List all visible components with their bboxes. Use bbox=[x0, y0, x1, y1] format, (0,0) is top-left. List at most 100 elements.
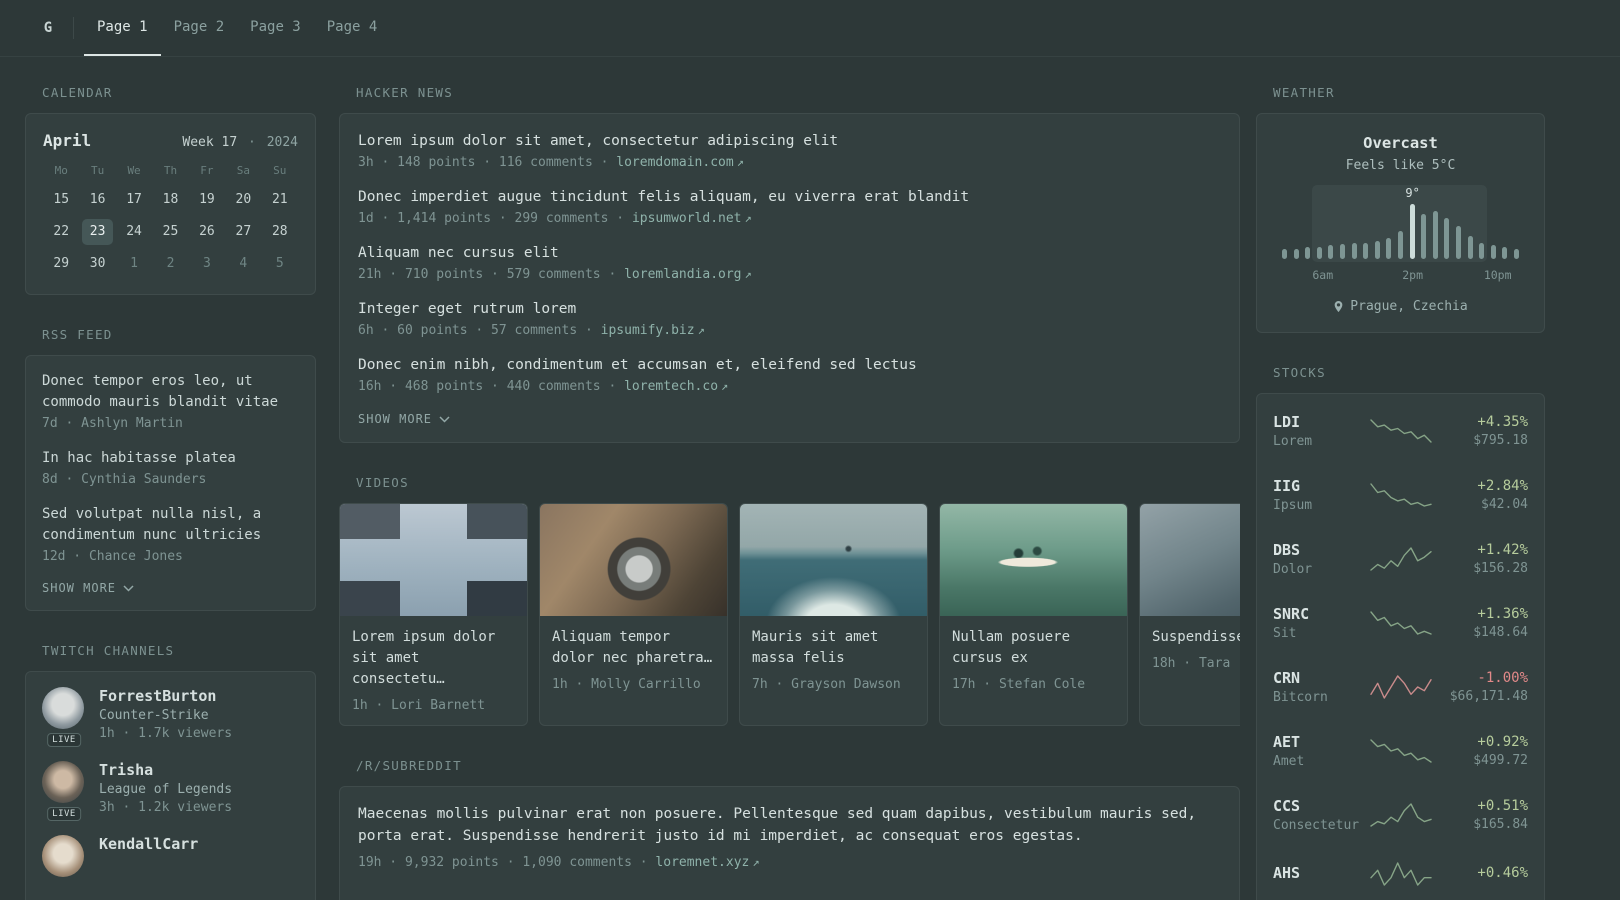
calendar-day: 19 bbox=[199, 192, 215, 207]
stock-row[interactable]: LDI Lorem +4.35% $795.18 bbox=[1273, 399, 1528, 463]
hn-item-domain-link[interactable]: loremlandia.org bbox=[624, 267, 741, 282]
tab-page-3[interactable]: Page 3 bbox=[237, 0, 314, 56]
stock-values: +2.84% $42.04 bbox=[1433, 478, 1528, 512]
weekday-label: Mo bbox=[54, 164, 68, 177]
hn-item-domain-link[interactable]: ipsumify.biz bbox=[601, 323, 695, 338]
hn-item-title[interactable]: Integer eget rutrum lorem bbox=[358, 298, 1221, 320]
app-logo[interactable]: G bbox=[35, 15, 61, 41]
weather-bar bbox=[1374, 241, 1380, 259]
stock-symbol: IIG bbox=[1273, 477, 1301, 495]
weather-bar bbox=[1351, 243, 1357, 259]
time-label: 10pm bbox=[1483, 268, 1512, 282]
calendar-year: 2024 bbox=[266, 135, 298, 150]
video-title[interactable]: Lorem ipsum dolor sit amet consectetu… bbox=[352, 627, 515, 690]
twitch-channel-info: Trisha League of Legends 3h · 1.2k viewe… bbox=[99, 761, 232, 815]
rss-item-title[interactable]: In hac habitasse platea bbox=[42, 448, 299, 469]
tab-page-2[interactable]: Page 2 bbox=[161, 0, 238, 56]
video-thumbnail[interactable] bbox=[940, 504, 1127, 616]
stock-row[interactable]: AET Amet +0.92% $499.72 bbox=[1273, 719, 1528, 783]
hackernews-widget: Lorem ipsum dolor sit amet, consectetur … bbox=[339, 113, 1240, 443]
weather-bar bbox=[1502, 247, 1508, 259]
stock-sparkline bbox=[1369, 862, 1432, 886]
hn-item-meta: 3h · 148 points · 116 comments · loremdo… bbox=[358, 155, 1221, 170]
subreddit-domain-link[interactable]: loremnet.xyz bbox=[655, 855, 749, 870]
video-thumbnail[interactable] bbox=[740, 504, 927, 616]
stock-symbol: CCS bbox=[1273, 797, 1301, 815]
stock-symbol: AHS bbox=[1273, 863, 1301, 882]
channel-name[interactable]: ForrestBurton bbox=[99, 687, 232, 705]
hn-show-more-button[interactable]: SHOW MORE bbox=[358, 412, 1221, 426]
stock-symbol: AET bbox=[1273, 733, 1301, 751]
stock-price: $499.72 bbox=[1473, 753, 1528, 768]
external-link-icon: ↗ bbox=[736, 155, 744, 169]
stock-row[interactable]: CCS Consectetur +0.51% $165.84 bbox=[1273, 783, 1528, 847]
weather-widget: Overcast Feels like 5°C 9° 6am 2pm 10pm … bbox=[1256, 113, 1545, 333]
video-card[interactable]: Mauris sit amet massa felis 7h · Grayson… bbox=[739, 503, 928, 726]
video-card[interactable]: Lorem ipsum dolor sit amet consectetu… 1… bbox=[339, 503, 528, 726]
channel-name[interactable]: Trisha bbox=[99, 761, 232, 779]
video-title[interactable]: Suspendisse diam bbox=[1152, 627, 1240, 648]
time-label: 6am bbox=[1312, 268, 1334, 282]
stock-values: +1.42% $156.28 bbox=[1433, 542, 1528, 576]
calendar-day: 29 bbox=[53, 256, 70, 271]
channel-name[interactable]: KendallCarr bbox=[99, 835, 198, 853]
video-meta: 17h · Stefan Cole bbox=[952, 677, 1086, 692]
stock-identity: DBS Dolor bbox=[1273, 541, 1369, 577]
stock-row[interactable]: AHS +0.46% bbox=[1273, 847, 1528, 900]
twitch-channel[interactable]: KendallCarr bbox=[42, 835, 299, 877]
twitch-channel[interactable]: LIVE Trisha League of Legends 3h · 1.2k … bbox=[42, 761, 299, 821]
stock-row[interactable]: IIG Ipsum +2.84% $42.04 bbox=[1273, 463, 1528, 527]
weather-bar bbox=[1421, 214, 1427, 259]
main-content: CALENDAR April Week 17 · 2024 Mo Tu We T… bbox=[0, 57, 1620, 900]
stock-row[interactable]: DBS Dolor +1.42% $156.28 bbox=[1273, 527, 1528, 591]
hn-item-domain-link[interactable]: loremtech.co bbox=[624, 379, 718, 394]
thumbnail-shape bbox=[467, 504, 527, 539]
hn-item-title[interactable]: Aliquam nec cursus elit bbox=[358, 242, 1221, 264]
weather-bar bbox=[1467, 236, 1473, 259]
tab-page-1[interactable]: Page 1 bbox=[84, 0, 161, 56]
weather-location: Prague, Czechia bbox=[1273, 299, 1528, 314]
stock-change: +4.35% bbox=[1477, 414, 1528, 430]
video-card[interactable]: Nullam posuere cursus ex 17h · Stefan Co… bbox=[939, 503, 1128, 726]
twitch-channel[interactable]: LIVE ForrestBurton Counter-Strike 1h · 1… bbox=[42, 687, 299, 747]
twitch-channel-info: KendallCarr bbox=[99, 835, 198, 877]
hn-item-domain-link[interactable]: loremdomain.com bbox=[616, 155, 733, 170]
subreddit-post-title[interactable]: Maecenas mollis pulvinar erat non posuer… bbox=[358, 803, 1221, 847]
rss-item: Donec tempor eros leo, ut commodo mauris… bbox=[42, 371, 299, 431]
show-more-label: SHOW MORE bbox=[42, 581, 117, 595]
hn-item-title[interactable]: Donec enim nibh, condimentum et accumsan… bbox=[358, 354, 1221, 376]
right-column: WEATHER Overcast Feels like 5°C 9° 6am 2… bbox=[1256, 85, 1545, 900]
external-link-icon: ↗ bbox=[697, 323, 705, 337]
hn-item-title[interactable]: Donec imperdiet augue tincidunt felis al… bbox=[358, 186, 1221, 208]
rss-item-meta: 12d · Chance Jones bbox=[42, 549, 183, 564]
calendar-day: 15 bbox=[53, 192, 70, 207]
stock-row[interactable]: SNRC Sit +1.36% $148.64 bbox=[1273, 591, 1528, 655]
stock-row[interactable]: CRN Bitcorn -1.00% $66,171.48 bbox=[1273, 655, 1528, 719]
calendar-day: 25 bbox=[162, 224, 179, 239]
video-title[interactable]: Mauris sit amet massa felis bbox=[752, 627, 915, 669]
video-card[interactable]: Suspendisse diam 18h · Tara bbox=[1139, 503, 1240, 726]
calendar-day: 4 bbox=[239, 256, 248, 271]
video-thumbnail[interactable] bbox=[340, 504, 527, 616]
rss-item-title[interactable]: Sed volutpat nulla nisl, a condimentum n… bbox=[42, 504, 299, 546]
stock-change: +1.36% bbox=[1477, 606, 1528, 622]
channel-meta: 3h · 1.2k viewers bbox=[99, 800, 233, 815]
video-card[interactable]: Aliquam tempor dolor nec pharetra… 1h · … bbox=[539, 503, 728, 726]
calendar-day: 27 bbox=[235, 224, 252, 239]
stock-price: $165.84 bbox=[1473, 817, 1528, 832]
weather-bar bbox=[1339, 244, 1345, 259]
hn-item-domain-link[interactable]: ipsumworld.net bbox=[632, 211, 742, 226]
stock-symbol: SNRC bbox=[1273, 605, 1310, 623]
video-thumbnail[interactable] bbox=[540, 504, 727, 616]
rss-item-meta: 7d · Ashlyn Martin bbox=[42, 416, 183, 431]
tab-page-4[interactable]: Page 4 bbox=[314, 0, 391, 56]
hn-item-title[interactable]: Lorem ipsum dolor sit amet, consectetur … bbox=[358, 130, 1221, 152]
video-thumbnail[interactable] bbox=[1140, 504, 1240, 616]
channel-meta: 1h · 1.7k viewers bbox=[99, 726, 233, 741]
stock-name: Bitcorn bbox=[1273, 690, 1328, 705]
video-title[interactable]: Aliquam tempor dolor nec pharetra… bbox=[552, 627, 715, 669]
rss-show-more-button[interactable]: SHOW MORE bbox=[42, 581, 299, 595]
rss-item-title[interactable]: Donec tempor eros leo, ut commodo mauris… bbox=[42, 371, 299, 413]
avatar bbox=[42, 761, 84, 803]
video-title[interactable]: Nullam posuere cursus ex bbox=[952, 627, 1115, 669]
